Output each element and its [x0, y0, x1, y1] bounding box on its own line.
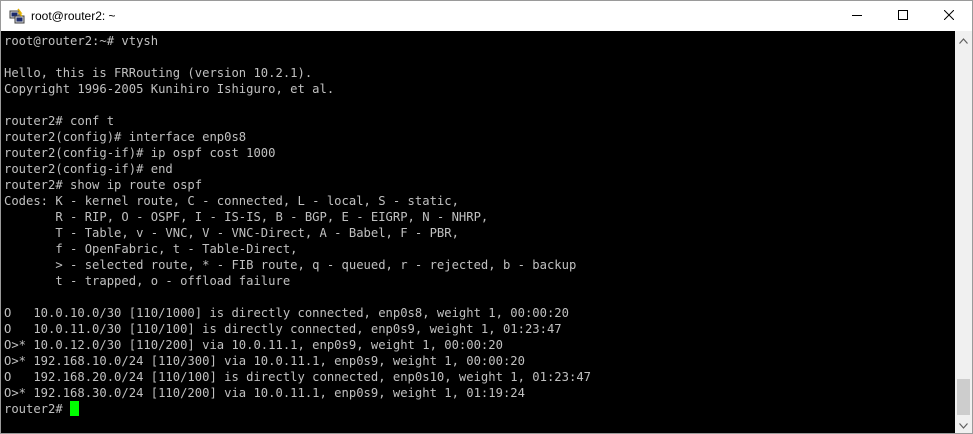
terminal-window: root@router2: ~ root@router2:~# vtysh He…	[0, 0, 973, 434]
text-cursor	[69, 401, 79, 416]
terminal-line: O 10.0.10.0/30 [110/1000] is directly co…	[4, 306, 569, 320]
terminal-line: Hello, this is FRRouting (version 10.2.1…	[4, 66, 313, 80]
terminal-line: T - Table, v - VNC, V - VNC-Direct, A - …	[4, 226, 459, 240]
minimize-icon	[852, 7, 862, 25]
close-icon	[943, 7, 955, 25]
scroll-up-button[interactable]	[955, 31, 972, 48]
terminal-output: root@router2:~# vtysh Hello, this is FRR…	[4, 33, 591, 417]
scrollbar-thumb[interactable]	[957, 379, 970, 415]
terminal-line: O 10.0.11.0/30 [110/100] is directly con…	[4, 322, 562, 336]
terminal-line: router2# conf t	[4, 114, 115, 128]
vertical-scrollbar[interactable]	[955, 31, 972, 433]
terminal-line: Codes: K - kernel route, C - connected, …	[4, 194, 459, 208]
terminal-screen[interactable]: root@router2:~# vtysh Hello, this is FRR…	[1, 31, 955, 433]
terminal-line: router2(config-if)# end	[4, 162, 173, 176]
prompt-line[interactable]: router2#	[4, 401, 591, 417]
scroll-down-button[interactable]	[955, 416, 972, 433]
arrow-down-icon	[959, 416, 968, 434]
terminal-line: router2# show ip route ospf	[4, 178, 203, 192]
close-button[interactable]	[926, 1, 972, 31]
window-title: root@router2: ~	[31, 9, 116, 23]
minimize-button[interactable]	[834, 1, 880, 31]
terminal-line: O 192.168.20.0/24 [110/100] is directly …	[4, 370, 591, 384]
terminal-line: router2(config)# interface enp0s8	[4, 130, 247, 144]
terminal-line: O>* 192.168.10.0/24 [110/300] via 10.0.1…	[4, 354, 525, 368]
terminal-line: router2(config-if)# ip ospf cost 1000	[4, 146, 276, 160]
arrow-up-icon	[959, 31, 968, 49]
terminal-line: root@router2:~# vtysh	[4, 34, 159, 48]
putty-icon[interactable]	[9, 8, 25, 24]
title-bar[interactable]: root@router2: ~	[1, 1, 972, 31]
terminal-line: t - trapped, o - offload failure	[4, 274, 291, 288]
maximize-icon	[898, 7, 908, 25]
maximize-button[interactable]	[880, 1, 926, 31]
terminal-line: R - RIP, O - OSPF, I - IS-IS, B - BGP, E…	[4, 210, 489, 224]
shell-prompt: router2#	[4, 402, 63, 416]
terminal-line: f - OpenFabric, t - Table-Direct,	[4, 242, 298, 256]
terminal-line: Copyright 1996-2005 Kunihiro Ishiguro, e…	[4, 82, 335, 96]
terminal-line: O>* 192.168.30.0/24 [110/200] via 10.0.1…	[4, 386, 525, 400]
terminal-line: O>* 10.0.12.0/30 [110/200] via 10.0.11.1…	[4, 338, 503, 352]
terminal-line: > - selected route, * - FIB route, q - q…	[4, 258, 577, 272]
